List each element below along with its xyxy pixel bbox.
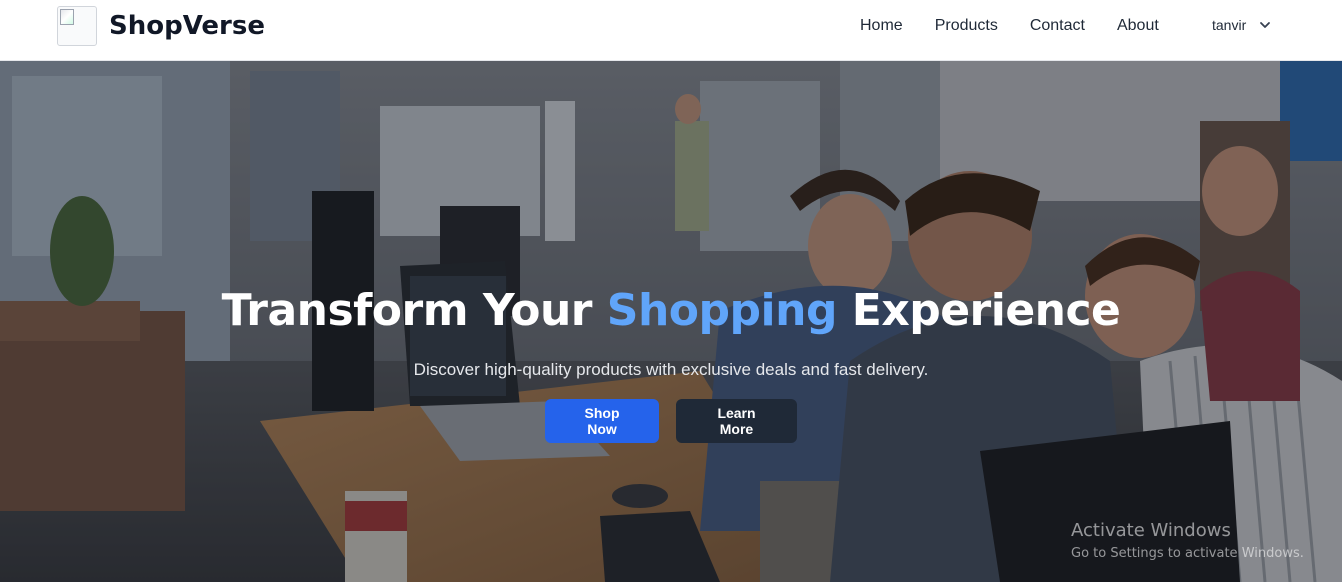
nav-products[interactable]: Products (935, 17, 998, 35)
hero-title-accent: Shopping (606, 285, 838, 336)
hero-subtitle: Discover high-quality products with excl… (413, 360, 929, 379)
hero-title: Transform Your Shopping Experience (0, 283, 1342, 339)
activate-windows-watermark: Activate Windows Go to Settings to activ… (1071, 519, 1304, 563)
nav-home[interactable]: Home (860, 17, 903, 35)
chevron-down-icon[interactable] (1258, 18, 1272, 32)
user-name[interactable]: tanvir (1212, 17, 1246, 33)
user-menu[interactable]: tanvir (1212, 17, 1272, 33)
nav-contact[interactable]: Contact (1030, 17, 1085, 35)
broken-image-icon (60, 9, 74, 25)
brand[interactable]: ShopVerse (57, 6, 265, 46)
watermark-title: Activate Windows (1071, 520, 1231, 541)
hero-title-prefix: Transform Your (221, 285, 607, 336)
brand-name[interactable]: ShopVerse (109, 11, 265, 41)
hero-buttons: Shop Now Learn More (0, 399, 1342, 443)
hero-title-suffix: Experience (836, 285, 1121, 336)
hero-content: Transform Your Shopping Experience Disco… (0, 283, 1342, 443)
hero-section: Transform Your Shopping Experience Disco… (0, 61, 1342, 582)
nav-links: Home Products Contact About (860, 17, 1191, 35)
shop-now-button[interactable]: Shop Now (545, 399, 659, 443)
logo-image[interactable] (57, 6, 97, 46)
navbar: ShopVerse Home Products Contact About ta… (0, 0, 1342, 61)
watermark-subtitle: Go to Settings to activate Windows. (1071, 546, 1304, 561)
nav-about[interactable]: About (1117, 17, 1159, 35)
learn-more-button[interactable]: Learn More (676, 399, 797, 443)
